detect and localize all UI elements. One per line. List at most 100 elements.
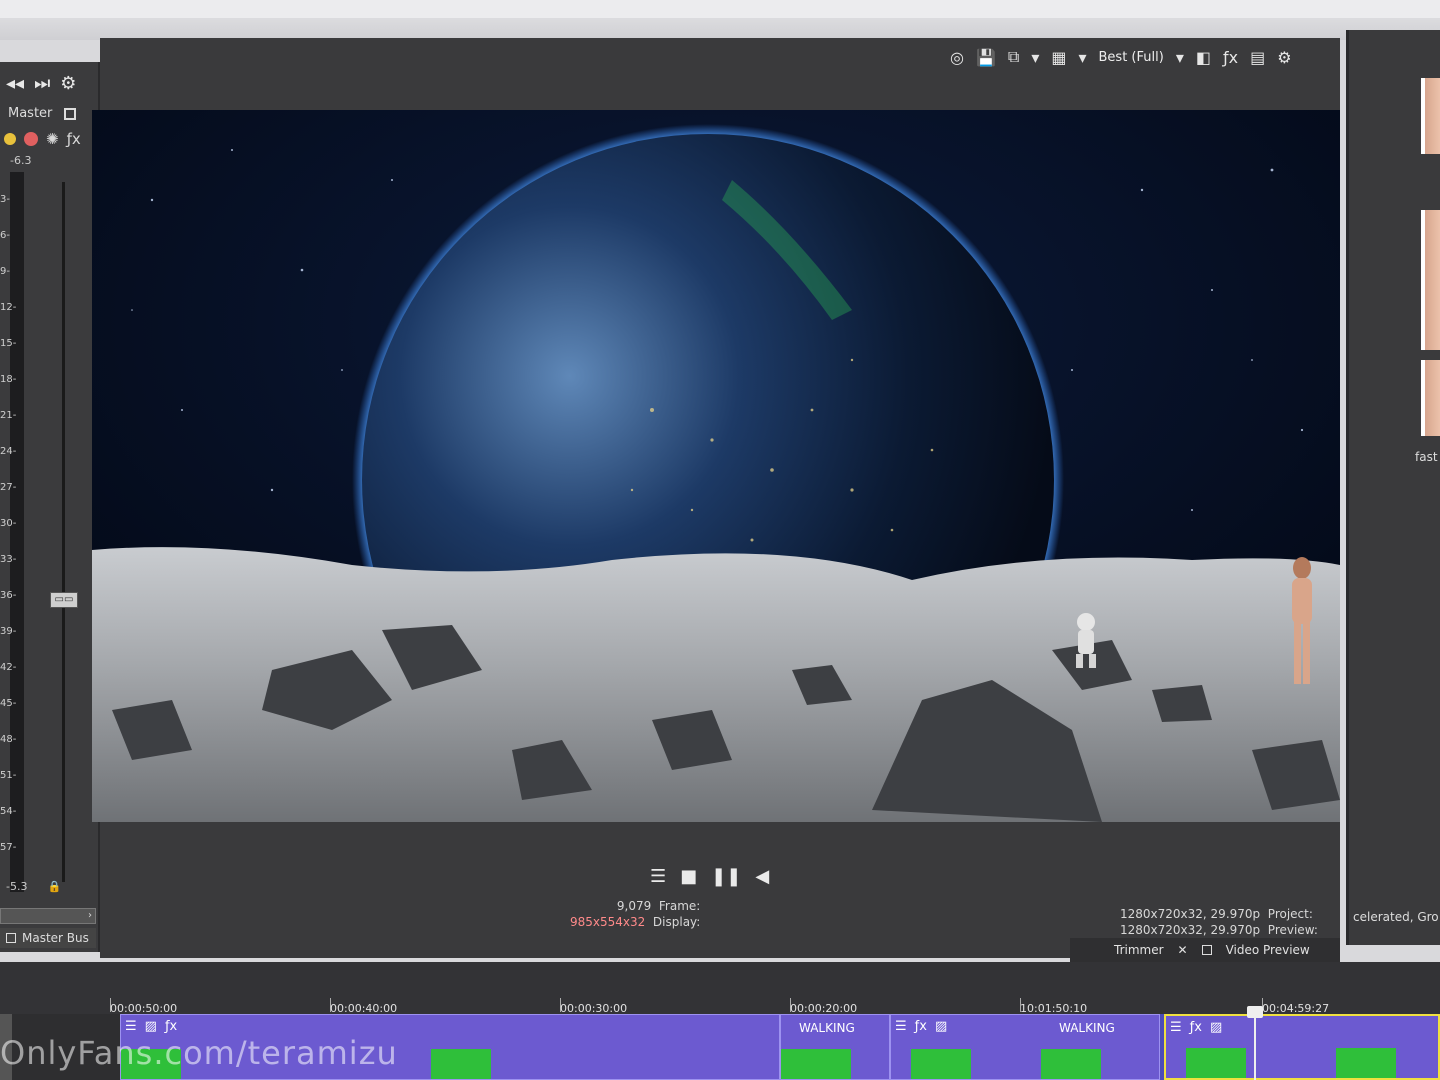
greenscreen-thumbnail [781,1049,851,1079]
meter-scale-label: 36- [0,590,17,601]
pause-icon[interactable]: ❚❚ [711,866,741,887]
master-bus-tab[interactable]: Master Bus [0,928,96,948]
gear-icon[interactable]: ⚙ [1277,48,1291,67]
meter-scale-label: 54- [0,806,17,817]
volume-fader[interactable]: ▭▭ [50,592,78,608]
scroll-right-icon[interactable]: › [88,910,92,921]
frame-value: 9,079 [616,899,652,913]
master-label: Master [8,106,53,121]
greenscreen-thumbnail [431,1049,491,1079]
menu-icon[interactable]: ☰ [125,1019,137,1034]
window-icon [1201,945,1212,955]
copy-snapshot-icon[interactable]: ⧉ [1008,47,1019,67]
play-icon[interactable]: ◀ [755,866,769,887]
level-meter [10,172,24,892]
meter-scale-label: 12- [0,302,17,313]
mute-icon[interactable] [24,132,38,146]
dropdown-chevron-icon[interactable]: ▾ [1176,48,1184,67]
grid-overlay-icon[interactable]: ▦ [1051,48,1066,67]
media-thumbnail[interactable] [1421,78,1440,154]
media-browser-panel: fast celerated, Gro [1346,30,1440,945]
close-icon[interactable]: ✕ [1178,943,1188,957]
fx-icon[interactable]: ƒx [1190,1020,1202,1035]
master-mixer-panel: ◂◂ ⏭ ⚙ Master ✺ ƒx -6.3 3- 6- 9- 12- 15- 18- 2… [0,62,100,952]
mixer-toolbar: ◂◂ ⏭ ⚙ [0,70,100,96]
meter-scale-label: 21- [0,410,17,421]
solo-indicator-icon[interactable] [4,133,16,145]
meter-scale-label: 42- [0,662,17,673]
dropdown-chevron-icon[interactable]: ▾ [1078,48,1086,67]
tab-video-preview[interactable]: Video Preview [1226,943,1310,957]
window-icon [6,933,16,943]
rewind-icon[interactable]: ◂◂ [6,73,24,94]
split-screen-icon[interactable]: ◧ [1196,48,1211,67]
tab-trimmer[interactable]: Trimmer [1114,943,1164,957]
video-frame [92,110,1340,822]
save-snapshot-icon[interactable]: 💾 [976,48,996,67]
meter-scale-label: 15- [0,338,17,349]
pan-crop-icon[interactable]: ▨ [145,1019,157,1034]
mixer-scrollbar[interactable]: › [0,908,96,924]
preview-value: 1280x720x32, 29.970p [1120,923,1261,937]
meter-scale-label: 33- [0,554,17,565]
media-thumbnail[interactable] [1421,210,1440,350]
lock-icon[interactable]: 🔒 [47,880,61,893]
meter-scale-label: 48- [0,734,17,745]
lunar-earthrise-frame [92,110,1340,822]
display-label: Display: [652,915,701,929]
playhead-handle[interactable] [1247,1006,1263,1018]
menu-icon[interactable]: ☰ [650,866,666,887]
external-monitor-icon[interactable]: ◎ [950,48,964,67]
master-checkbox[interactable] [64,107,77,120]
gear-icon[interactable]: ⚙ [60,73,76,94]
meter-scale-label: 6- [0,230,10,241]
meter-scale-label: 51- [0,770,17,781]
stop-icon[interactable]: ■ [680,866,697,887]
settings-icon[interactable]: ✺ [46,130,59,148]
clip-title: WALKING [1059,1021,1115,1035]
media-thumbnail[interactable] [1421,360,1440,436]
pan-crop-icon[interactable]: ▨ [1210,1020,1222,1035]
meter-scale-label: 30- [0,518,17,529]
properties-icon[interactable]: ▤ [1250,48,1265,67]
fx-icon[interactable]: ƒx [67,130,81,148]
footer-level: -5.3 [6,880,28,893]
menu-icon[interactable]: ☰ [1170,1020,1182,1035]
meter-scale-label: 9- [0,266,10,277]
mixer-fx-row: ✺ ƒx [4,130,81,148]
fader-track [62,182,65,882]
greenscreen-thumbnail [1041,1049,1101,1079]
timeline-ruler[interactable]: 00:00:50:00 00:00:40:00 00:00:30:00 00:00:2… [0,962,1440,1015]
clip-header: ☰ ƒx ▨ [1170,1020,1222,1035]
mixer-footer: -5.3 🔒 [6,880,61,893]
monitor-bezel [0,0,1440,40]
video-clip[interactable]: ☰ ƒx ▨ WALKING [890,1014,1160,1080]
transport-controls: ☰ ■ ❚❚ ◀ [650,864,769,888]
master-label-row: Master [8,106,77,121]
menu-icon[interactable]: ☰ [895,1019,907,1034]
video-clip[interactable]: WALKING [780,1014,890,1080]
watermark: OnlyFans.com/teramizu [0,1034,398,1072]
preview-label: Preview: [1267,923,1318,937]
display-value: 985x554x32 [570,915,646,929]
clip-header: ☰ ƒx ▨ [895,1019,947,1034]
project-info: 1280x720x32, 29.970p Project: 1280x720x3… [1120,906,1318,938]
skip-end-icon[interactable]: ⏭ [34,73,50,94]
playhead[interactable] [1247,1006,1263,1080]
preview-quality-select[interactable]: Best (Full) [1099,50,1164,65]
preview-toolbar: ◎ 💾 ⧉ ▾ ▦ ▾ Best (Full) ▾ ◧ ƒx ▤ ⚙ [950,44,1292,70]
greenscreen-thumbnail [1336,1048,1396,1078]
dropdown-chevron-icon[interactable]: ▾ [1031,48,1039,67]
pan-crop-icon[interactable]: ▨ [935,1019,947,1034]
selected-video-clip[interactable]: ☰ ƒx ▨ [1164,1014,1440,1080]
project-value: 1280x720x32, 29.970p [1120,907,1261,921]
fx-icon[interactable]: ƒx [915,1019,927,1034]
project-label: Project: [1267,907,1313,921]
meter-scale-label: 3- [0,194,10,205]
frame-info: 9,079 Frame: 985x554x32 Display: [570,898,700,930]
fx-icon[interactable]: ƒx [165,1019,177,1034]
fx-icon[interactable]: ƒx [1223,48,1238,67]
frame-label: Frame: [658,899,701,913]
clip-header: ☰ ▨ ƒx [125,1019,177,1034]
clip-title: WALKING [799,1021,855,1035]
